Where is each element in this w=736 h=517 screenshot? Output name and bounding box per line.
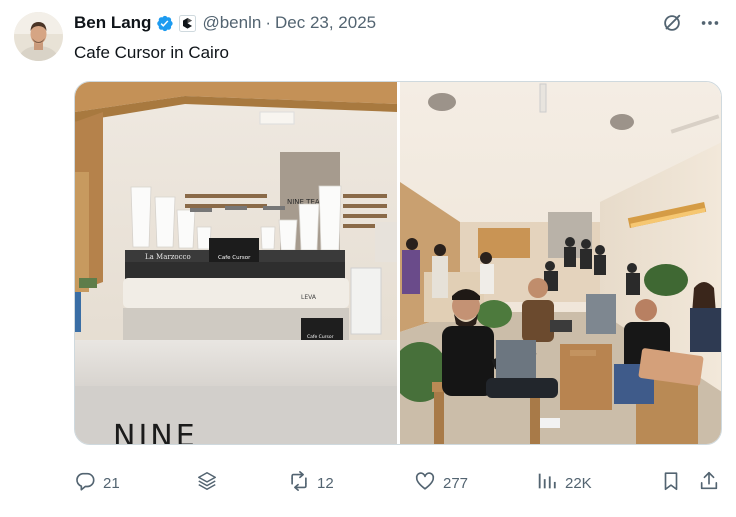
bookmark-icon (660, 470, 682, 496)
separator-dot: · (265, 13, 271, 32)
share-button[interactable] (698, 469, 720, 497)
repost-icon (288, 470, 310, 496)
sign-bottom-line1: Cafe Cursor (307, 334, 334, 340)
repost-count: 12 (317, 474, 334, 492)
tweet-text: Cafe Cursor in Cairo (74, 43, 229, 62)
layers-button[interactable] (196, 469, 218, 497)
reply-count: 21 (103, 474, 120, 492)
repost-button[interactable]: 12 (288, 469, 334, 497)
counter-text: NINE (113, 419, 198, 444)
sign-top: Cafe Cursor (218, 255, 251, 261)
reply-button[interactable]: 21 (74, 469, 120, 497)
author-handle[interactable]: @benln (202, 13, 261, 33)
photo-seating-area[interactable] (399, 82, 721, 444)
verified-badge-icon (155, 14, 174, 33)
reply-icon (74, 470, 96, 496)
action-bar: 21 12 277 22K (74, 469, 722, 497)
more-icon[interactable] (698, 11, 722, 35)
grok-icon[interactable] (660, 11, 684, 35)
views-icon (536, 470, 558, 496)
like-count: 277 (443, 474, 469, 492)
heart-icon (414, 470, 436, 496)
views-button[interactable]: 22K (536, 469, 592, 497)
layers-icon (196, 470, 218, 496)
tweet-header: Ben Lang @benln · Dec 23, 2025 (74, 12, 376, 34)
post-date[interactable]: Dec 23, 2025 (275, 13, 376, 33)
top-icons (660, 11, 722, 35)
like-button[interactable]: 277 (414, 469, 468, 497)
media-grid: NINE TEA La Marzocco Cafe Cursor LEVA Ca… (74, 81, 722, 445)
views-count: 22K (565, 474, 592, 492)
avatar[interactable] (14, 12, 63, 61)
share-icon (698, 470, 720, 496)
machine-badge: LEVA (301, 294, 317, 301)
espresso-brand: La Marzocco (145, 253, 191, 261)
cursor-affiliate-icon[interactable] (179, 14, 197, 32)
photo-espresso-bar[interactable]: NINE TEA La Marzocco Cafe Cursor LEVA Ca… (75, 82, 397, 444)
author-name[interactable]: Ben Lang (74, 13, 151, 33)
bookmark-button[interactable] (660, 469, 682, 497)
